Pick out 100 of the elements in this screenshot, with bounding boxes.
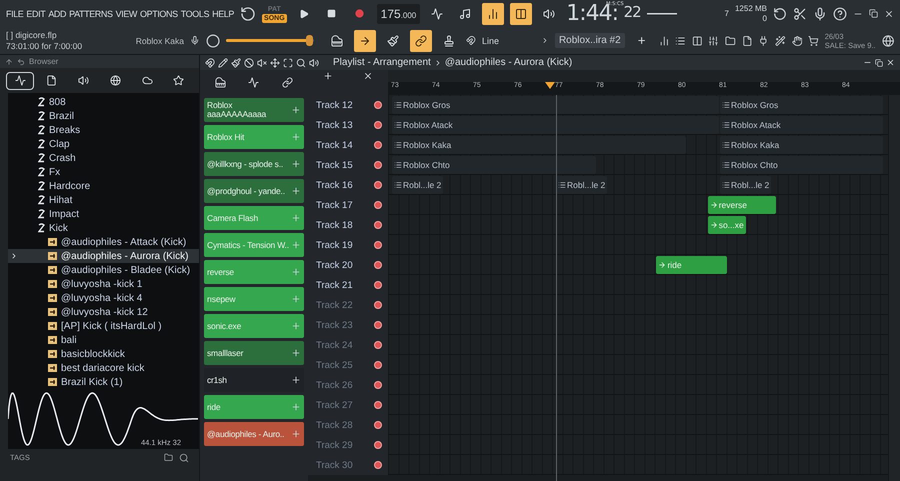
slip-icon[interactable] [270, 58, 280, 68]
track-toggle[interactable] [374, 161, 382, 169]
track-toggle[interactable] [374, 281, 382, 289]
cart-icon[interactable] [808, 34, 819, 46]
tool-toggle[interactable] [410, 30, 432, 52]
browser-item[interactable]: Hihat [8, 193, 199, 207]
wand-icon[interactable] [774, 34, 786, 46]
clip[interactable]: Roblox Kaka [392, 136, 686, 154]
track-toggle[interactable] [374, 341, 382, 349]
snap-selector[interactable]: Line [482, 36, 535, 46]
restore-icon[interactable] [869, 9, 878, 18]
browser-item[interactable]: Clap [8, 137, 199, 151]
track-toggle[interactable] [374, 441, 382, 449]
track-toggle[interactable] [374, 321, 382, 329]
clip[interactable]: Roblox Gros [392, 96, 719, 114]
track-lane[interactable]: Roblox Kaka Roblox Kaka [388, 135, 888, 155]
track-lane[interactable]: Roblox Gros Roblox Gros [388, 95, 888, 115]
menu-item[interactable]: VIEW [116, 8, 138, 18]
clip[interactable]: Roblox Kaka [720, 136, 883, 154]
pattern-selector[interactable]: Roblox..ira #2 [554, 33, 625, 48]
track-toggle[interactable] [374, 301, 382, 309]
track-toggle[interactable] [374, 221, 382, 229]
delete-icon[interactable] [244, 58, 254, 68]
browser-item[interactable]: bali [8, 333, 199, 347]
search-icon[interactable] [179, 452, 189, 462]
menu-item[interactable]: HELP [212, 8, 234, 18]
track-toggle[interactable] [374, 461, 382, 469]
channel-button[interactable]: cr1sh [204, 368, 304, 392]
browser-item[interactable]: Hardcore [8, 179, 199, 193]
microphone-icon[interactable] [813, 6, 827, 20]
help-icon[interactable] [833, 6, 847, 20]
track-toggle[interactable] [374, 261, 382, 269]
playlist-icon[interactable] [658, 34, 670, 46]
zoom-icon[interactable] [296, 58, 306, 68]
toolbar-toggle[interactable] [482, 2, 504, 24]
tool-toggle[interactable] [354, 30, 376, 52]
browser-item[interactable]: best dariacore kick [8, 361, 199, 375]
browser-item[interactable]: @audiophiles - Aurora (Kick) [8, 249, 199, 263]
menu-item[interactable]: PATTERNS [69, 8, 113, 18]
close-icon[interactable] [884, 8, 894, 18]
browser-item[interactable]: Fx [8, 165, 199, 179]
track-toggle[interactable] [374, 121, 382, 129]
hand-icon[interactable] [792, 34, 802, 46]
up-icon[interactable] [5, 58, 13, 66]
track-toggle[interactable] [374, 381, 382, 389]
clip[interactable]: Robl...le 2 [556, 176, 608, 194]
track-lane[interactable]: Roblox Chto Roblox Chto [388, 155, 888, 175]
select-icon[interactable] [283, 58, 293, 68]
browser-item[interactable]: Brazil [8, 109, 199, 123]
channel-button[interactable]: smalllaser [204, 341, 304, 365]
add-pattern-button[interactable]: + [630, 30, 653, 52]
track-toggle[interactable] [374, 421, 382, 429]
track-lane[interactable]: Robl...le 2 Robl...le 2 Robl...le 2 [388, 175, 888, 195]
browser-item[interactable]: Breaks [8, 123, 199, 137]
undo-icon[interactable] [773, 6, 787, 20]
plugin-icon[interactable] [758, 34, 769, 46]
browser-tab[interactable] [6, 72, 34, 90]
browser-item[interactable]: @luvyosha -kick 12 [8, 305, 199, 319]
menu-item[interactable]: OPTIONS [140, 8, 178, 18]
magnet-icon[interactable] [466, 35, 476, 46]
track-toggle[interactable] [374, 201, 382, 209]
clip[interactable]: Robl...le 2 [392, 176, 444, 194]
close-icon[interactable] [886, 58, 895, 67]
link-icon[interactable] [282, 77, 293, 88]
browser-item[interactable]: @audiophiles - Bladee (Kick) [8, 263, 199, 277]
channel-button[interactable]: @audiophiles - Auro.. [204, 422, 304, 446]
menu-item[interactable]: FILE [6, 8, 24, 18]
magnet-icon[interactable] [205, 58, 215, 68]
piano-roll-icon[interactable] [675, 34, 686, 46]
piano-icon[interactable] [215, 77, 226, 88]
track-lane[interactable]: Roblox Atack Roblox Atack [388, 115, 888, 135]
folder-icon[interactable] [164, 453, 173, 462]
browser-item[interactable]: [AP] Kick ( itsHardLol ) [8, 319, 199, 333]
toolbar-toggle[interactable] [510, 2, 532, 24]
track-toggle[interactable] [374, 181, 382, 189]
tempo-field[interactable]: 175.000 [376, 4, 420, 24]
track-toggle[interactable] [374, 241, 382, 249]
speaker-icon[interactable] [309, 58, 319, 68]
browser-item[interactable]: Kick [8, 221, 199, 235]
channel-button[interactable]: Roblox aaaAAAAAaaaa [204, 98, 304, 122]
channel-button[interactable]: @prodghoul - yande.. [204, 179, 304, 203]
mute-icon[interactable] [257, 58, 267, 68]
current-pattern[interactable]: @audiophiles - Aurora (Kick) [444, 57, 572, 68]
browser-item[interactable]: @audiophiles - Attack (Kick) [8, 235, 199, 249]
track-toggle[interactable] [374, 141, 382, 149]
channel-rack-icon[interactable] [692, 34, 702, 46]
mixer-icon[interactable] [708, 34, 720, 46]
menu-item[interactable]: TOOLS [180, 8, 210, 18]
track-toggle[interactable] [374, 101, 382, 109]
menu-item[interactable]: EDIT [26, 8, 46, 18]
clip[interactable]: Roblox Chto [392, 156, 596, 174]
browser-item[interactable]: Crash [8, 151, 199, 165]
browser-item[interactable]: Brazil Kick (1) [8, 375, 199, 389]
globe-icon[interactable] [882, 34, 894, 48]
clip[interactable]: Robl...le 2 [720, 176, 772, 194]
track-toggle[interactable] [374, 401, 382, 409]
restore-icon[interactable] [875, 58, 883, 66]
wave-icon[interactable] [248, 77, 260, 88]
clip[interactable]: Roblox Atack [392, 116, 719, 134]
browser-icon[interactable] [725, 34, 736, 46]
